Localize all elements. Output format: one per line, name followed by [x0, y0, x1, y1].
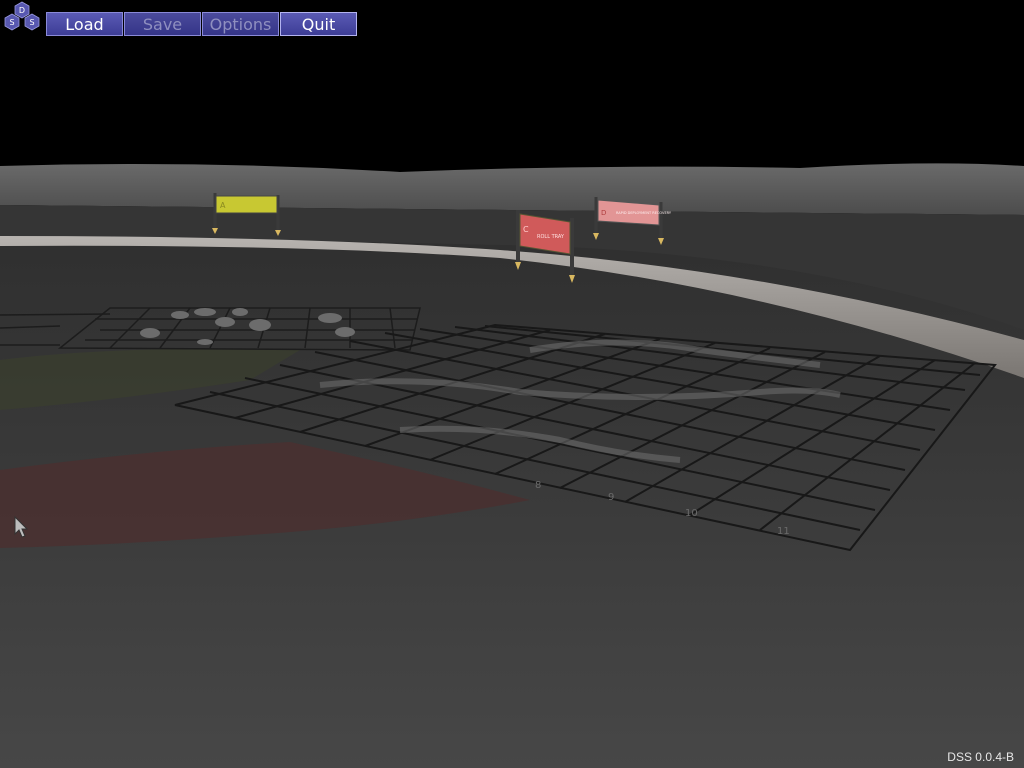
grid-number: 11 — [777, 526, 790, 537]
sign-text: ROLL TRAY — [537, 234, 565, 240]
sign-letter: A — [220, 201, 226, 210]
sign-letter: C — [523, 225, 529, 234]
sign-text: RAPID DEPLOYMENT RECOVERY — [616, 211, 672, 215]
mouse-pointer-icon — [14, 516, 29, 538]
load-button[interactable]: Load — [46, 12, 123, 36]
version-label: DSS 0.0.4-B — [947, 750, 1014, 764]
options-button[interactable]: Options — [202, 12, 279, 36]
grid-number: 10 — [685, 508, 698, 519]
grid-number: 9 — [608, 492, 614, 503]
lunar-scene-viewport[interactable]: 8 9 10 11 A C ROLL TRAY D RAPID DEPLOYME… — [0, 0, 1024, 768]
logo-letter: D — [19, 6, 25, 15]
logo-letter: S — [9, 18, 14, 27]
dss-logo-icon: D S S — [4, 1, 40, 31]
quit-button[interactable]: Quit — [280, 12, 357, 36]
logo-letter: S — [29, 18, 34, 27]
grid-number: 8 — [535, 480, 541, 491]
sign-letter: D — [601, 209, 606, 217]
save-button[interactable]: Save — [124, 12, 201, 36]
top-toolbar: D S S Load Save Options Quit — [0, 0, 360, 40]
